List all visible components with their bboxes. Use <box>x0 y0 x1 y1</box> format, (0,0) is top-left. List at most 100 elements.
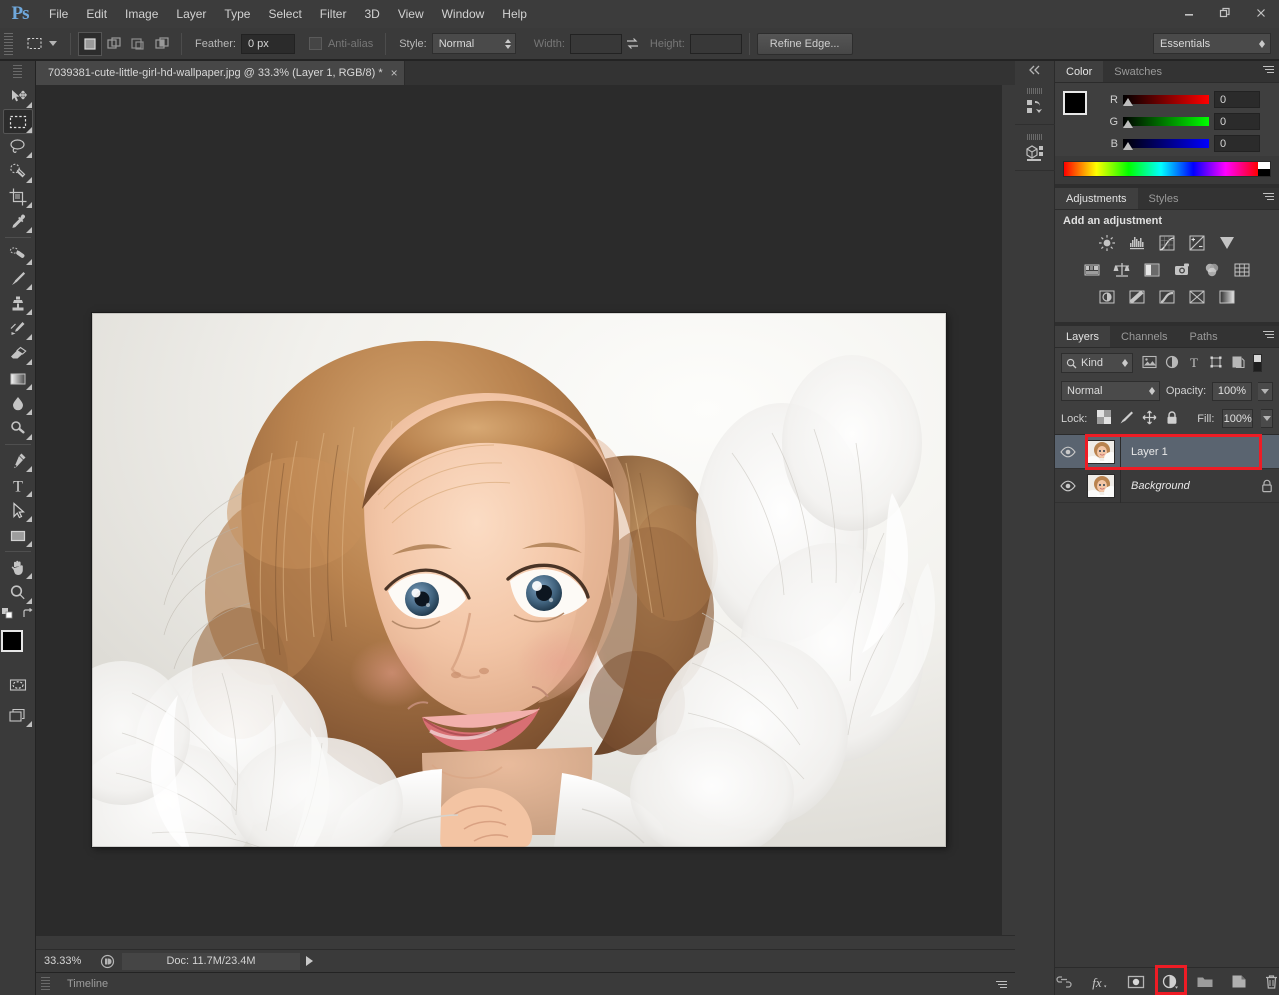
lock-position-icon[interactable] <box>1142 410 1157 428</box>
panel-menu-icon[interactable] <box>1263 66 1274 73</box>
menu-image[interactable]: Image <box>116 2 167 26</box>
layer-name[interactable]: Background <box>1121 480 1255 492</box>
filter-type-icon[interactable]: T <box>1187 355 1201 372</box>
height-input[interactable] <box>690 34 742 54</box>
crop-tool[interactable] <box>3 184 33 209</box>
gradient-map-icon[interactable] <box>1186 287 1208 307</box>
3d-panel-icon[interactable] <box>1015 125 1055 171</box>
default-colors-icon[interactable] <box>1 607 15 624</box>
opacity-dropdown-arrow[interactable] <box>1258 382 1273 401</box>
fill-dropdown-arrow[interactable] <box>1261 409 1273 428</box>
tab-channels[interactable]: Channels <box>1110 326 1178 347</box>
feather-input[interactable]: 0 px <box>241 34 295 54</box>
dodge-tool[interactable] <box>3 416 33 441</box>
rectangular-marquee-tool[interactable] <box>3 109 33 134</box>
color-balance-icon[interactable] <box>1111 260 1133 280</box>
panel-menu-icon[interactable] <box>1263 331 1274 338</box>
anti-alias-checkbox[interactable] <box>309 37 322 50</box>
b-slider-thumb[interactable] <box>1123 142 1133 150</box>
b-slider[interactable] <box>1123 138 1209 150</box>
selective-color-icon[interactable] <box>1216 287 1238 307</box>
layer-visibility-toggle[interactable] <box>1055 446 1081 458</box>
new-layer-button[interactable] <box>1231 972 1247 992</box>
color-lookup-icon[interactable] <box>1231 260 1253 280</box>
lasso-tool[interactable] <box>3 134 33 159</box>
tab-styles[interactable]: Styles <box>1138 188 1190 209</box>
lock-image-pixels-icon[interactable] <box>1119 410 1134 428</box>
menu-layer[interactable]: Layer <box>167 2 215 26</box>
menu-window[interactable]: Window <box>433 2 494 26</box>
tab-paths[interactable]: Paths <box>1179 326 1229 347</box>
lock-transparent-pixels-icon[interactable] <box>1097 410 1111 427</box>
path-selection-tool[interactable] <box>3 498 33 523</box>
filter-adjustment-icon[interactable] <box>1165 355 1179 372</box>
restore-button[interactable] <box>1207 0 1243 26</box>
color-spectrum-ramp[interactable] <box>1063 161 1271 177</box>
intersect-with-selection-button[interactable] <box>150 32 174 56</box>
r-value-input[interactable]: 0 <box>1214 91 1260 108</box>
invert-icon[interactable] <box>1096 287 1118 307</box>
layer-filter-toggle[interactable] <box>1253 354 1262 372</box>
b-value-input[interactable]: 0 <box>1214 135 1260 152</box>
document-tab[interactable]: 7039381-cute-little-girl-hd-wallpaper.jp… <box>36 61 405 85</box>
menu-3d[interactable]: 3D <box>355 2 388 26</box>
refine-edge-button[interactable]: Refine Edge... <box>757 33 853 55</box>
curves-icon[interactable] <box>1156 233 1178 253</box>
layer-filter-kind-select[interactable]: Kind <box>1061 353 1133 373</box>
toolbar-grip[interactable] <box>13 65 22 79</box>
menu-help[interactable]: Help <box>493 2 536 26</box>
g-slider[interactable] <box>1123 116 1209 128</box>
hand-tool[interactable] <box>3 555 33 580</box>
gradient-tool[interactable] <box>3 366 33 391</box>
canvas-viewport[interactable] <box>36 85 1015 949</box>
threshold-icon[interactable] <box>1156 287 1178 307</box>
tab-swatches[interactable]: Swatches <box>1103 61 1173 82</box>
options-bar-grip[interactable] <box>4 33 13 55</box>
brightness-contrast-icon[interactable] <box>1096 233 1118 253</box>
minimize-button[interactable] <box>1171 0 1207 26</box>
document-info[interactable]: Doc: 11.7M/23.4M <box>122 953 300 970</box>
brush-tool[interactable] <box>3 266 33 291</box>
menu-select[interactable]: Select <box>259 2 310 26</box>
tool-preset-picker[interactable] <box>17 33 63 55</box>
clone-stamp-tool[interactable] <box>3 291 33 316</box>
g-slider-thumb[interactable] <box>1123 120 1133 128</box>
r-slider[interactable] <box>1123 94 1209 106</box>
blend-mode-select[interactable]: Normal <box>1061 381 1160 401</box>
panel-menu-icon[interactable] <box>1263 193 1274 200</box>
quick-mask-button[interactable] <box>3 672 33 697</box>
g-value-input[interactable]: 0 <box>1214 113 1260 130</box>
workspace-switcher[interactable]: Essentials <box>1153 33 1271 54</box>
move-tool[interactable] <box>3 84 33 109</box>
panel-menu-icon[interactable] <box>996 981 1007 988</box>
blur-tool[interactable] <box>3 391 33 416</box>
hue-saturation-icon[interactable] <box>1081 260 1103 280</box>
preview-icon[interactable] <box>96 954 118 969</box>
rectangle-shape-tool[interactable] <box>3 523 33 548</box>
exposure-icon[interactable] <box>1186 233 1208 253</box>
menu-file[interactable]: File <box>40 2 77 26</box>
new-group-button[interactable] <box>1196 972 1214 992</box>
menu-edit[interactable]: Edit <box>77 2 116 26</box>
add-layer-style-button[interactable]: fx <box>1090 972 1110 992</box>
history-panel-icon[interactable] <box>1015 79 1055 125</box>
tab-timeline[interactable]: Timeline <box>55 973 120 995</box>
foreground-color-swatch[interactable] <box>1063 91 1087 115</box>
channel-mixer-icon[interactable] <box>1201 260 1223 280</box>
filter-smart-object-icon[interactable] <box>1231 355 1245 372</box>
collapse-panels-icon[interactable] <box>1015 61 1054 79</box>
swap-dimensions-icon[interactable] <box>622 36 644 51</box>
canvas-vertical-scrollbar[interactable] <box>1001 85 1015 949</box>
lock-all-icon[interactable] <box>1165 410 1179 428</box>
history-brush-tool[interactable] <box>3 316 33 341</box>
image-canvas[interactable] <box>92 313 946 847</box>
add-to-selection-button[interactable] <box>102 32 126 56</box>
eyedropper-tool[interactable] <box>3 209 33 234</box>
layer-name[interactable]: Layer 1 <box>1121 446 1279 458</box>
filter-shape-icon[interactable] <box>1209 355 1223 372</box>
menu-type[interactable]: Type <box>215 2 259 26</box>
new-selection-button[interactable] <box>78 32 102 56</box>
close-icon[interactable]: × <box>391 68 398 78</box>
quick-selection-tool[interactable] <box>3 159 33 184</box>
tab-color[interactable]: Color <box>1055 61 1103 82</box>
